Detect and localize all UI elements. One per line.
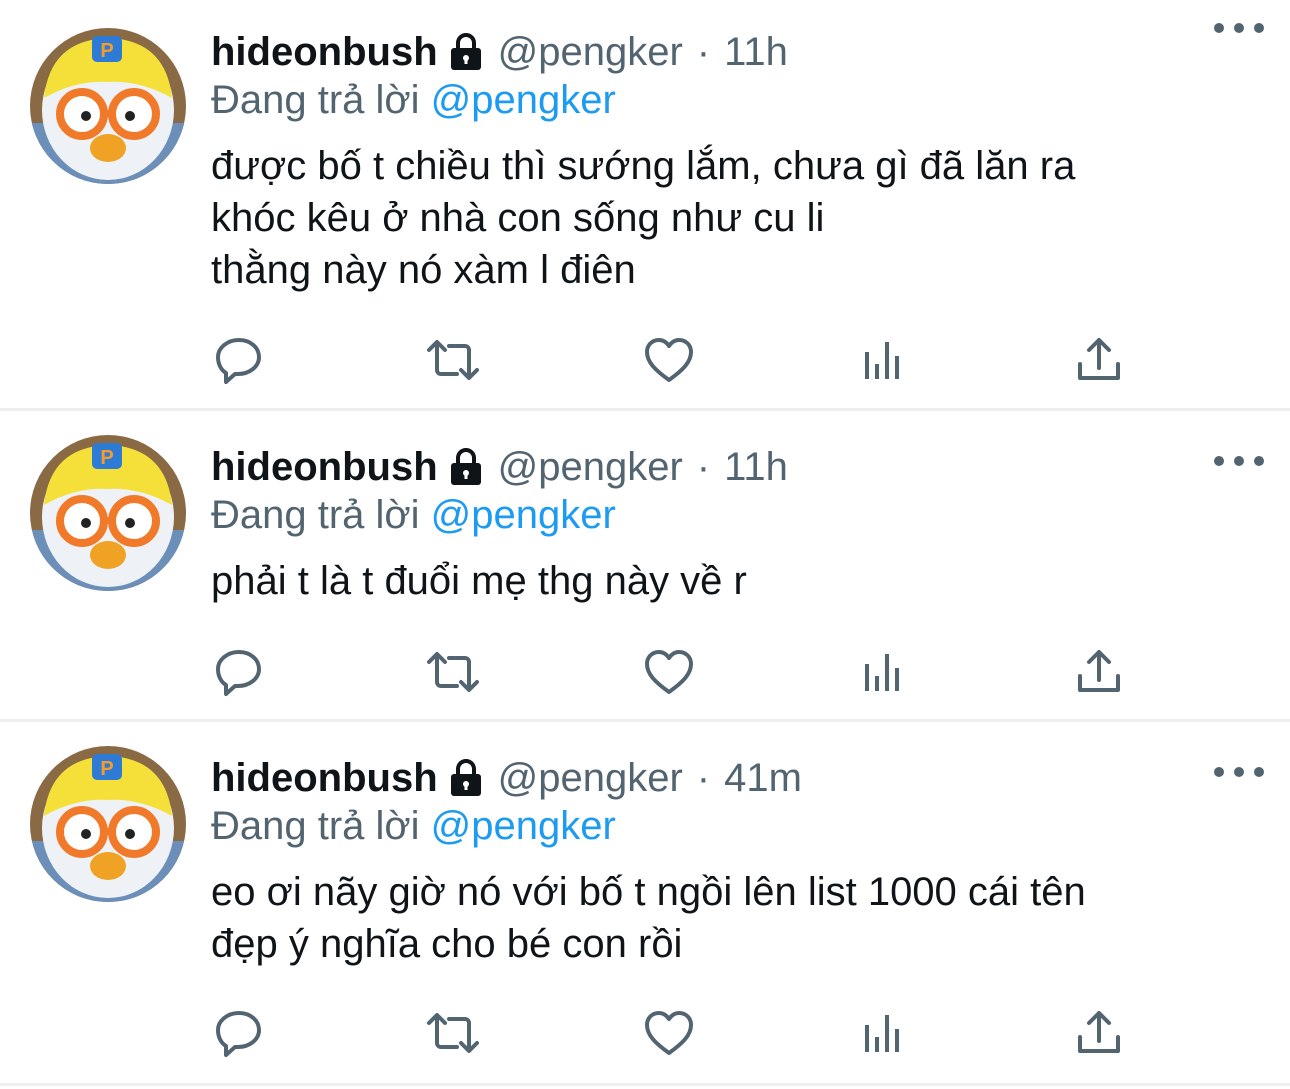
retweet-icon — [427, 1013, 479, 1053]
separator-dot: · — [696, 29, 711, 74]
tweet-text-line: khóc kêu ở nhà con sống như cu li — [211, 196, 825, 240]
heart-icon — [645, 338, 693, 382]
avatar-image: P — [30, 435, 186, 591]
tweet-text: eo ơi nãy giờ nó với bố t ngồi lên list … — [211, 866, 1250, 970]
avatar-image: P — [30, 28, 186, 184]
lock-icon — [450, 33, 481, 70]
avatar[interactable]: P — [30, 28, 186, 184]
retweet-button[interactable] — [425, 332, 481, 388]
svg-text:P: P — [100, 447, 113, 469]
display-name[interactable]: hideonbush — [211, 756, 438, 801]
analytics-button[interactable] — [856, 332, 912, 388]
analytics-icon — [865, 1015, 899, 1052]
reply-mention-link[interactable]: @pengker — [431, 493, 616, 537]
analytics-button[interactable] — [856, 1005, 912, 1061]
share-button[interactable] — [1071, 332, 1127, 388]
like-button[interactable] — [641, 332, 697, 388]
heart-icon — [645, 1011, 693, 1055]
retweet-button[interactable] — [425, 644, 481, 700]
retweet-icon — [427, 652, 479, 692]
more-icon[interactable] — [1214, 752, 1264, 792]
separator-dot: · — [696, 755, 711, 800]
tweet-text: được bố t chiều thì sướng lắm, chưa gì đ… — [211, 140, 1250, 296]
reply-prefix: Đang trả lời — [211, 804, 431, 848]
timestamp[interactable]: 11h — [724, 445, 788, 490]
display-name[interactable]: hideonbush — [211, 30, 438, 75]
more-icon[interactable] — [1214, 8, 1264, 48]
like-button[interactable] — [641, 644, 697, 700]
share-icon — [1078, 338, 1120, 380]
tweet-text-line: thằng này nó xàm l điên — [211, 248, 636, 292]
tweet-text-line: eo ơi nãy giờ nó với bố t ngồi lên list … — [211, 870, 1086, 914]
avatar[interactable]: P — [30, 746, 186, 902]
lock-icon — [450, 759, 481, 796]
retweet-button[interactable] — [425, 1005, 481, 1061]
reply-context: Đang trả lời @pengker — [211, 489, 1250, 541]
reply-mention-link[interactable]: @pengker — [431, 804, 616, 848]
reply-prefix: Đang trả lời — [211, 78, 431, 122]
reply-icon — [216, 338, 261, 384]
share-icon — [1078, 650, 1120, 692]
reply-icon — [216, 1011, 261, 1057]
tweet-text-line: phải t là t đuổi mẹ thg này về r — [211, 559, 747, 603]
lock-icon — [450, 448, 481, 485]
reply-button[interactable] — [211, 644, 267, 700]
user-handle[interactable]: @pengker — [498, 756, 683, 801]
tweet-text-line: đẹp ý nghĩa cho bé con rồi — [211, 922, 683, 966]
user-handle[interactable]: @pengker — [498, 30, 683, 75]
share-icon — [1078, 1011, 1120, 1053]
reply-prefix: Đang trả lời — [211, 493, 431, 537]
analytics-icon — [865, 342, 899, 379]
display-name[interactable]: hideonbush — [211, 445, 438, 490]
reply-mention-link[interactable]: @pengker — [431, 78, 616, 122]
svg-text:P: P — [100, 40, 113, 62]
analytics-button[interactable] — [856, 644, 912, 700]
reply-button[interactable] — [211, 1005, 267, 1061]
analytics-icon — [865, 654, 899, 691]
retweet-icon — [427, 340, 479, 380]
heart-icon — [645, 650, 693, 694]
more-icon[interactable] — [1214, 441, 1264, 481]
reply-context: Đang trả lời @pengker — [211, 800, 1250, 852]
timestamp[interactable]: 41m — [724, 756, 802, 801]
reply-context: Đang trả lời @pengker — [211, 74, 1250, 126]
tweet-text-line: được bố t chiều thì sướng lắm, chưa gì đ… — [211, 144, 1076, 188]
share-button[interactable] — [1071, 1005, 1127, 1061]
tweet[interactable]: P hideonbush @pengker · 11h Đang trả lời… — [0, 0, 1290, 411]
user-handle[interactable]: @pengker — [498, 445, 683, 490]
tweet[interactable]: P hideonbush @pengker · 41m Đang trả lời… — [0, 722, 1290, 1086]
separator-dot: · — [696, 444, 711, 489]
reply-icon — [216, 650, 261, 696]
like-button[interactable] — [641, 1005, 697, 1061]
avatar[interactable]: P — [30, 435, 186, 591]
tweet[interactable]: P hideonbush @pengker · 11h Đang trả lời… — [0, 411, 1290, 722]
svg-text:P: P — [100, 758, 113, 780]
share-button[interactable] — [1071, 644, 1127, 700]
reply-button[interactable] — [211, 332, 267, 388]
tweet-text: phải t là t đuổi mẹ thg này về r — [211, 555, 1250, 607]
timestamp[interactable]: 11h — [724, 30, 788, 75]
avatar-image: P — [30, 746, 186, 902]
